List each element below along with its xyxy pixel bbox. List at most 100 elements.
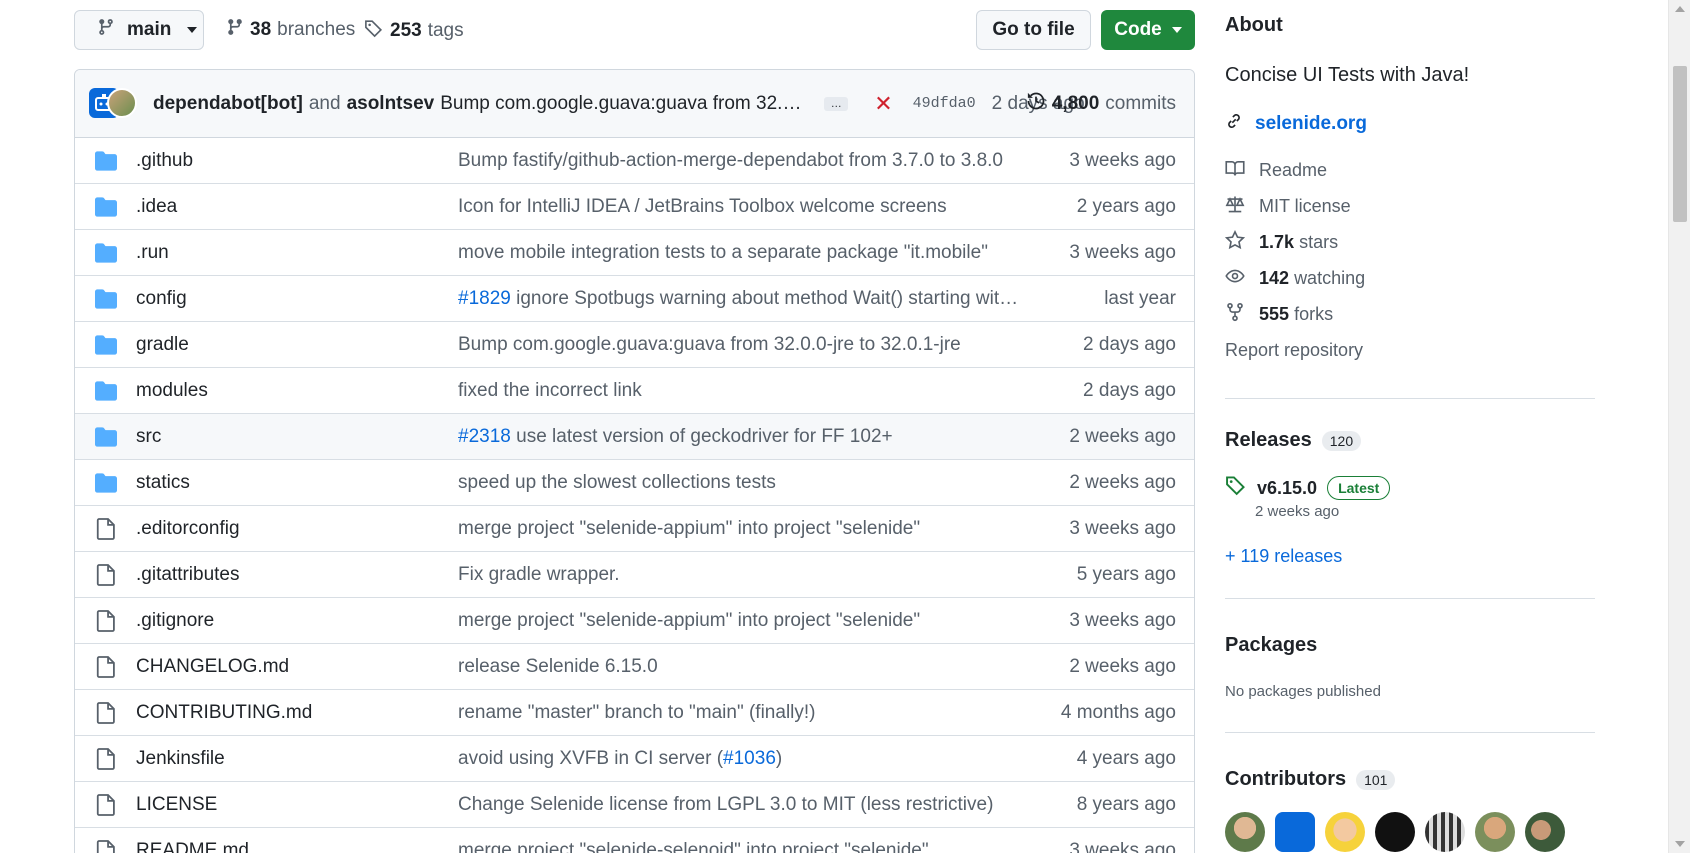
file-row[interactable]: .gitignore merge project "selenide-appium…	[75, 598, 1194, 644]
file-row[interactable]: .editorconfig merge project "selenide-app…	[75, 506, 1194, 552]
directory-row[interactable]: src #2318 use latest version of geckodriv…	[75, 414, 1194, 460]
file-commit-date: 2 weeks ago	[1069, 655, 1176, 677]
file-row[interactable]: README.md merge project "selenide-selenoi…	[75, 828, 1194, 853]
branch-selector-button[interactable]: main	[74, 10, 204, 50]
tags-link[interactable]: 253 tags	[364, 18, 464, 44]
file-icon	[95, 563, 117, 586]
file-commit-message[interactable]: Bump fastify/github-action-merge-dependa…	[458, 150, 1003, 172]
contributor-avatar[interactable]	[1375, 812, 1415, 852]
contributor-avatar[interactable]	[1425, 812, 1465, 852]
issue-link[interactable]: #1829	[458, 288, 511, 309]
file-commit-message[interactable]: #2318 use latest version of geckodriver …	[458, 426, 893, 448]
issue-link[interactable]: #2318	[458, 426, 511, 447]
file-row[interactable]: LICENSE Change Selenide license from LGPL…	[75, 782, 1194, 828]
readme-link[interactable]: Readme	[1225, 158, 1327, 183]
stars-link[interactable]: 1.7k stars	[1224, 229, 1338, 255]
more-releases-link[interactable]: + 119 releases	[1225, 546, 1342, 567]
file-commit-message[interactable]: avoid using XVFB in CI server (#1036)	[458, 748, 782, 770]
file-commit-message[interactable]: fixed the incorrect link	[458, 380, 642, 402]
releases-count: 120	[1321, 430, 1362, 451]
file-commit-message[interactable]: move mobile integration tests to a separ…	[458, 242, 988, 264]
directory-row[interactable]: gradle Bump com.google.guava:guava from 3…	[75, 322, 1194, 368]
file-commit-message[interactable]: #1829 ignore Spotbugs warning about meth…	[458, 288, 1028, 310]
releases-heading[interactable]: Releases 120	[1225, 429, 1362, 452]
scroll-up-arrow-icon[interactable]	[1675, 6, 1685, 12]
file-row[interactable]: CHANGELOG.md release Selenide 6.15.0 2 wee…	[75, 644, 1194, 690]
file-name-link[interactable]: src	[136, 426, 161, 448]
latest-release[interactable]: v6.15.0 Latest	[1225, 474, 1391, 502]
website-link[interactable]: selenide.org	[1225, 112, 1367, 136]
page-scrollbar[interactable]	[1668, 0, 1690, 853]
file-name-link[interactable]: LICENSE	[136, 794, 217, 816]
forks-link[interactable]: 555 forks	[1225, 302, 1333, 327]
file-name-link[interactable]: statics	[136, 472, 190, 494]
file-name-link[interactable]: .gitignore	[136, 610, 214, 632]
scrollbar-thumb[interactable]	[1673, 66, 1687, 222]
report-repository-link[interactable]: Report repository	[1225, 340, 1363, 361]
file-name-link[interactable]: .idea	[136, 196, 177, 218]
directory-row[interactable]: statics speed up the slowest collections …	[75, 460, 1194, 506]
file-name-link[interactable]: Jenkinsfile	[136, 748, 225, 770]
commit-message-suffix: )	[775, 747, 783, 769]
file-commit-message[interactable]: Bump com.google.guava:guava from 32.0.0-…	[458, 334, 961, 356]
file-name-link[interactable]: .gitattributes	[136, 564, 240, 586]
file-commit-message[interactable]: merge project "selenide-selenoid" into p…	[458, 840, 929, 853]
file-commit-date: 8 years ago	[1076, 793, 1176, 815]
commits-history-link[interactable]: 4,800 commits	[1026, 91, 1176, 117]
file-name-link[interactable]: gradle	[136, 334, 189, 356]
file-row[interactable]: .gitattributes Fix gradle wrapper. 5 years…	[75, 552, 1194, 598]
file-name-link[interactable]: .run	[136, 242, 169, 264]
code-button[interactable]: Code	[1101, 10, 1195, 50]
file-commit-message[interactable]: Change Selenide license from LGPL 3.0 to…	[458, 794, 993, 816]
file-name-link[interactable]: .editorconfig	[136, 518, 240, 540]
scroll-down-arrow-icon[interactable]	[1675, 841, 1685, 847]
issue-link[interactable]: #1036	[723, 748, 776, 769]
ci-failed-icon[interactable]: ✕	[874, 91, 892, 117]
releases-title: Releases	[1225, 429, 1312, 451]
file-row[interactable]: CONTRIBUTING.md rename "master" branch to…	[75, 690, 1194, 736]
commit-sha[interactable]: 49dfda0	[913, 95, 976, 112]
file-name-link[interactable]: CONTRIBUTING.md	[136, 702, 312, 724]
tag-icon	[1225, 474, 1247, 502]
file-commit-message[interactable]: Fix gradle wrapper.	[458, 564, 620, 586]
contributor-avatar[interactable]	[1475, 812, 1515, 852]
file-commit-message[interactable]: merge project "selenide-appium" into pro…	[458, 610, 920, 632]
license-link[interactable]: MIT license	[1225, 194, 1351, 219]
file-commit-message[interactable]: release Selenide 6.15.0	[458, 656, 658, 678]
commit-and: and	[308, 92, 341, 114]
file-icon	[95, 517, 117, 540]
file-icon	[95, 609, 117, 632]
directory-row[interactable]: modules fixed the incorrect link 2 days ag…	[75, 368, 1194, 414]
directory-row[interactable]: .github Bump fastify/github-action-merge-…	[75, 138, 1194, 184]
file-commit-message[interactable]: merge project "selenide-appium" into pro…	[458, 518, 920, 540]
file-name-link[interactable]: config	[136, 288, 187, 310]
file-commit-message[interactable]: Icon for IntelliJ IDEA / JetBrains Toolb…	[458, 196, 947, 218]
contributor-avatar[interactable]	[1525, 812, 1565, 852]
file-commit-message[interactable]: rename "master" branch to "main" (finall…	[458, 702, 816, 724]
packages-heading[interactable]: Packages	[1225, 634, 1317, 657]
watching-label: watching	[1294, 268, 1366, 288]
file-name-link[interactable]: modules	[136, 380, 208, 402]
directory-row[interactable]: .idea Icon for IntelliJ IDEA / JetBrains …	[75, 184, 1194, 230]
go-to-file-button[interactable]: Go to file	[976, 10, 1091, 50]
expand-commit-button[interactable]: …	[824, 96, 849, 111]
file-name-link[interactable]: README.md	[136, 840, 249, 853]
directory-row[interactable]: .run move mobile integration tests to a s…	[75, 230, 1194, 276]
commit-author-2[interactable]: asolntsev	[347, 93, 435, 115]
branches-link[interactable]: 38 branches	[226, 18, 355, 42]
contributor-avatar[interactable]	[1225, 812, 1265, 852]
contributor-avatar[interactable]	[1275, 812, 1315, 852]
file-row[interactable]: Jenkinsfile avoid using XVFB in CI server…	[75, 736, 1194, 782]
code-button-label: Code	[1114, 19, 1162, 40]
file-name-link[interactable]: .github	[136, 150, 193, 172]
watching-link[interactable]: 142 watching	[1225, 266, 1365, 291]
asolntsev-avatar[interactable]	[107, 87, 137, 118]
file-name-link[interactable]: CHANGELOG.md	[136, 656, 289, 678]
commit-author-1[interactable]: dependabot[bot]	[153, 93, 303, 115]
commit-message[interactable]: Bump com.google.guava:guava from 32.0.0-…	[440, 93, 810, 115]
directory-row[interactable]: config #1829 ignore Spotbugs warning abou…	[75, 276, 1194, 322]
contributor-avatar[interactable]	[1325, 812, 1365, 852]
folder-icon	[95, 288, 117, 310]
contributors-heading[interactable]: Contributors 101	[1225, 768, 1396, 791]
file-commit-message[interactable]: speed up the slowest collections tests	[458, 472, 776, 494]
